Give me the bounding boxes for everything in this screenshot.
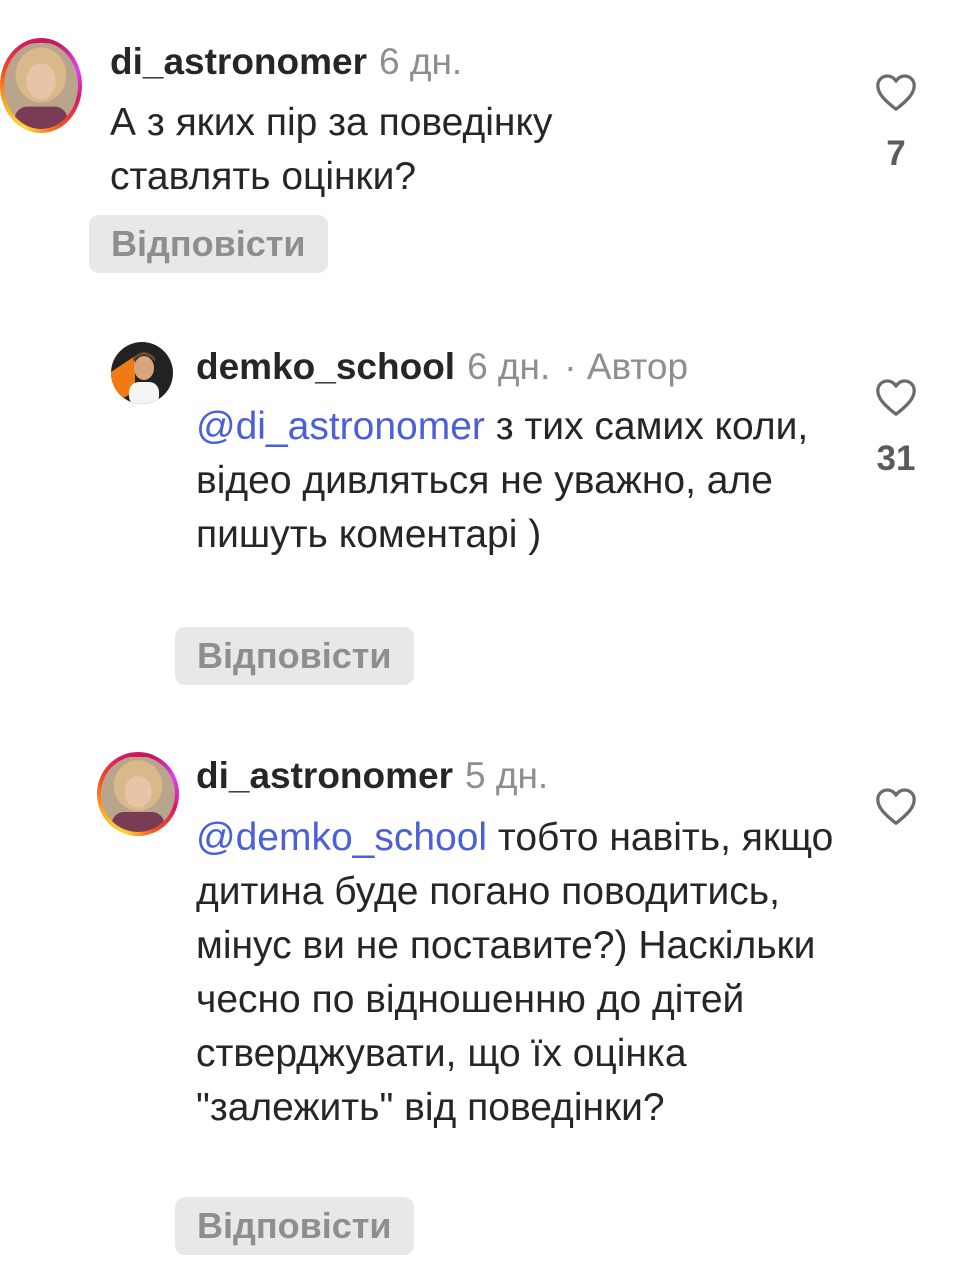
like-control: 31 <box>866 377 926 479</box>
username[interactable]: di_astronomer <box>110 41 367 82</box>
user-photo-avatar-female-icon <box>101 757 175 832</box>
heart-icon[interactable] <box>874 377 918 417</box>
like-control <box>866 786 926 826</box>
user-photo-avatar-male-icon <box>111 342 173 404</box>
comment-header: di_astronomer 6 дн. <box>110 40 462 84</box>
username[interactable]: demko_school <box>196 346 455 387</box>
timestamp: 6 дн. <box>379 41 463 82</box>
like-count: 31 <box>876 439 916 478</box>
avatar[interactable] <box>111 342 173 404</box>
like-control: 7 <box>866 72 926 174</box>
mention-link[interactable]: @demko_school <box>196 816 487 859</box>
reply-button[interactable]: Відповісти <box>175 627 414 685</box>
like-count: 7 <box>886 134 906 173</box>
comment-text: @demko_school тобто навіть, якщо дитина … <box>196 811 836 1135</box>
reply-button[interactable]: Відповісти <box>175 1197 414 1255</box>
avatar[interactable] <box>0 38 82 133</box>
comment-text: @di_astronomer з тих самих коли, відео д… <box>196 400 816 562</box>
comment-header: di_astronomer 5 дн. <box>196 754 548 798</box>
comment-text: А з яких пір за поведінку ставлять оцінк… <box>110 96 670 204</box>
mention-link[interactable]: @di_astronomer <box>196 405 485 448</box>
reply-button[interactable]: Відповісти <box>89 215 328 273</box>
heart-icon[interactable] <box>874 786 918 826</box>
heart-icon[interactable] <box>874 72 918 112</box>
author-tag: · Автор <box>564 346 689 387</box>
comment-body: тобто навіть, якщо дитина буде погано по… <box>196 816 834 1129</box>
timestamp: 6 дн. <box>467 346 551 387</box>
timestamp: 5 дн. <box>465 755 549 796</box>
comment-header: demko_school 6 дн. · Автор <box>196 345 688 389</box>
user-photo-avatar-female-icon <box>4 43 78 129</box>
username[interactable]: di_astronomer <box>196 755 453 796</box>
avatar[interactable] <box>97 752 179 836</box>
comment-body: А з яких пір за поведінку ставлять оцінк… <box>110 101 553 198</box>
